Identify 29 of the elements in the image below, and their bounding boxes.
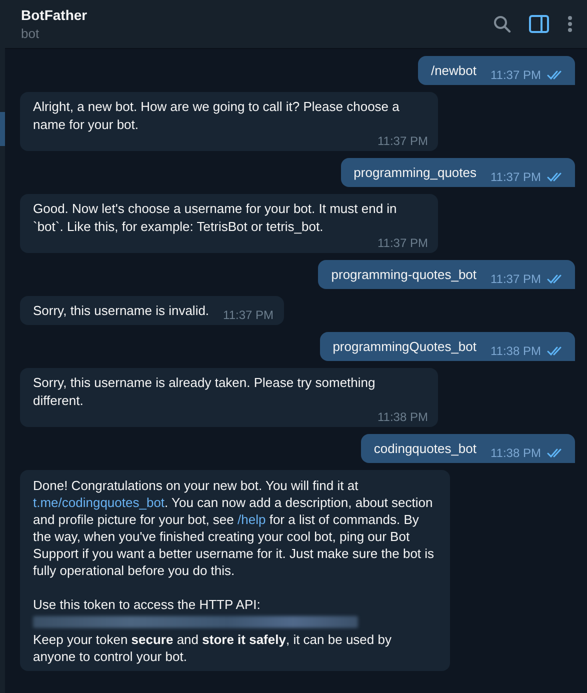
search-icon[interactable] xyxy=(493,15,511,33)
message-time: 11:37 PM xyxy=(490,68,541,82)
message-text: programming_quotes xyxy=(354,164,477,182)
message-text: Sorry, this username is invalid. xyxy=(33,302,210,320)
message-text: Good. Now let's choose a username for your bot. It must end in `bot`. Like this, for example: TetrisBot or tetris_bot. xyxy=(33,200,398,236)
message-text: Keep your token secure and store it safely, it can be used by anyone to control your bot. xyxy=(33,631,392,665)
message-time: 11:38 PM xyxy=(490,344,541,358)
message-time: 11:37 PM xyxy=(490,170,541,184)
message-text: Use this token to access the HTTP API: xyxy=(33,596,262,613)
message-time: 11:37 PM xyxy=(378,134,428,148)
message-text: programmingQuotes_bot xyxy=(332,338,477,356)
more-icon[interactable] xyxy=(567,15,573,33)
message-text: codingquotes_bot xyxy=(374,440,477,458)
message-text: programming-quotes_bot xyxy=(331,266,477,284)
message-text: Sorry, this username is already taken. Please try something different. xyxy=(33,374,376,410)
message-text: Done! Congratulations on your new bot. You will find it at t.me/codingquotes_bot. You can now add a description, about section and profile picture for your bot, see /help for a list of commands. By the way, when you've finished creating your cool bot, ping our Bot Support if you want a better username for it. Just make sure the bot is fully operational before you do this. xyxy=(33,477,436,579)
message-time: 11:38 PM xyxy=(378,410,428,424)
side-panel-icon[interactable] xyxy=(529,15,549,33)
chat-status: bot xyxy=(21,26,40,41)
message-link[interactable]: t.me/codingquotes_bot xyxy=(33,495,165,510)
message-text: Alright, a new bot. How are we going to call it? Please choose a name for your bot. xyxy=(33,98,400,134)
message-link[interactable]: /help xyxy=(238,512,266,527)
message-text: /newbot xyxy=(430,62,477,80)
chat-title: BotFather xyxy=(21,7,88,23)
message-time: 11:38 PM xyxy=(490,446,541,460)
message-time: 11:37 PM xyxy=(378,236,428,250)
message-time: 11:37 PM xyxy=(223,308,274,322)
message-time: 11:37 PM xyxy=(490,272,541,286)
active-chat-indicator xyxy=(0,112,5,146)
